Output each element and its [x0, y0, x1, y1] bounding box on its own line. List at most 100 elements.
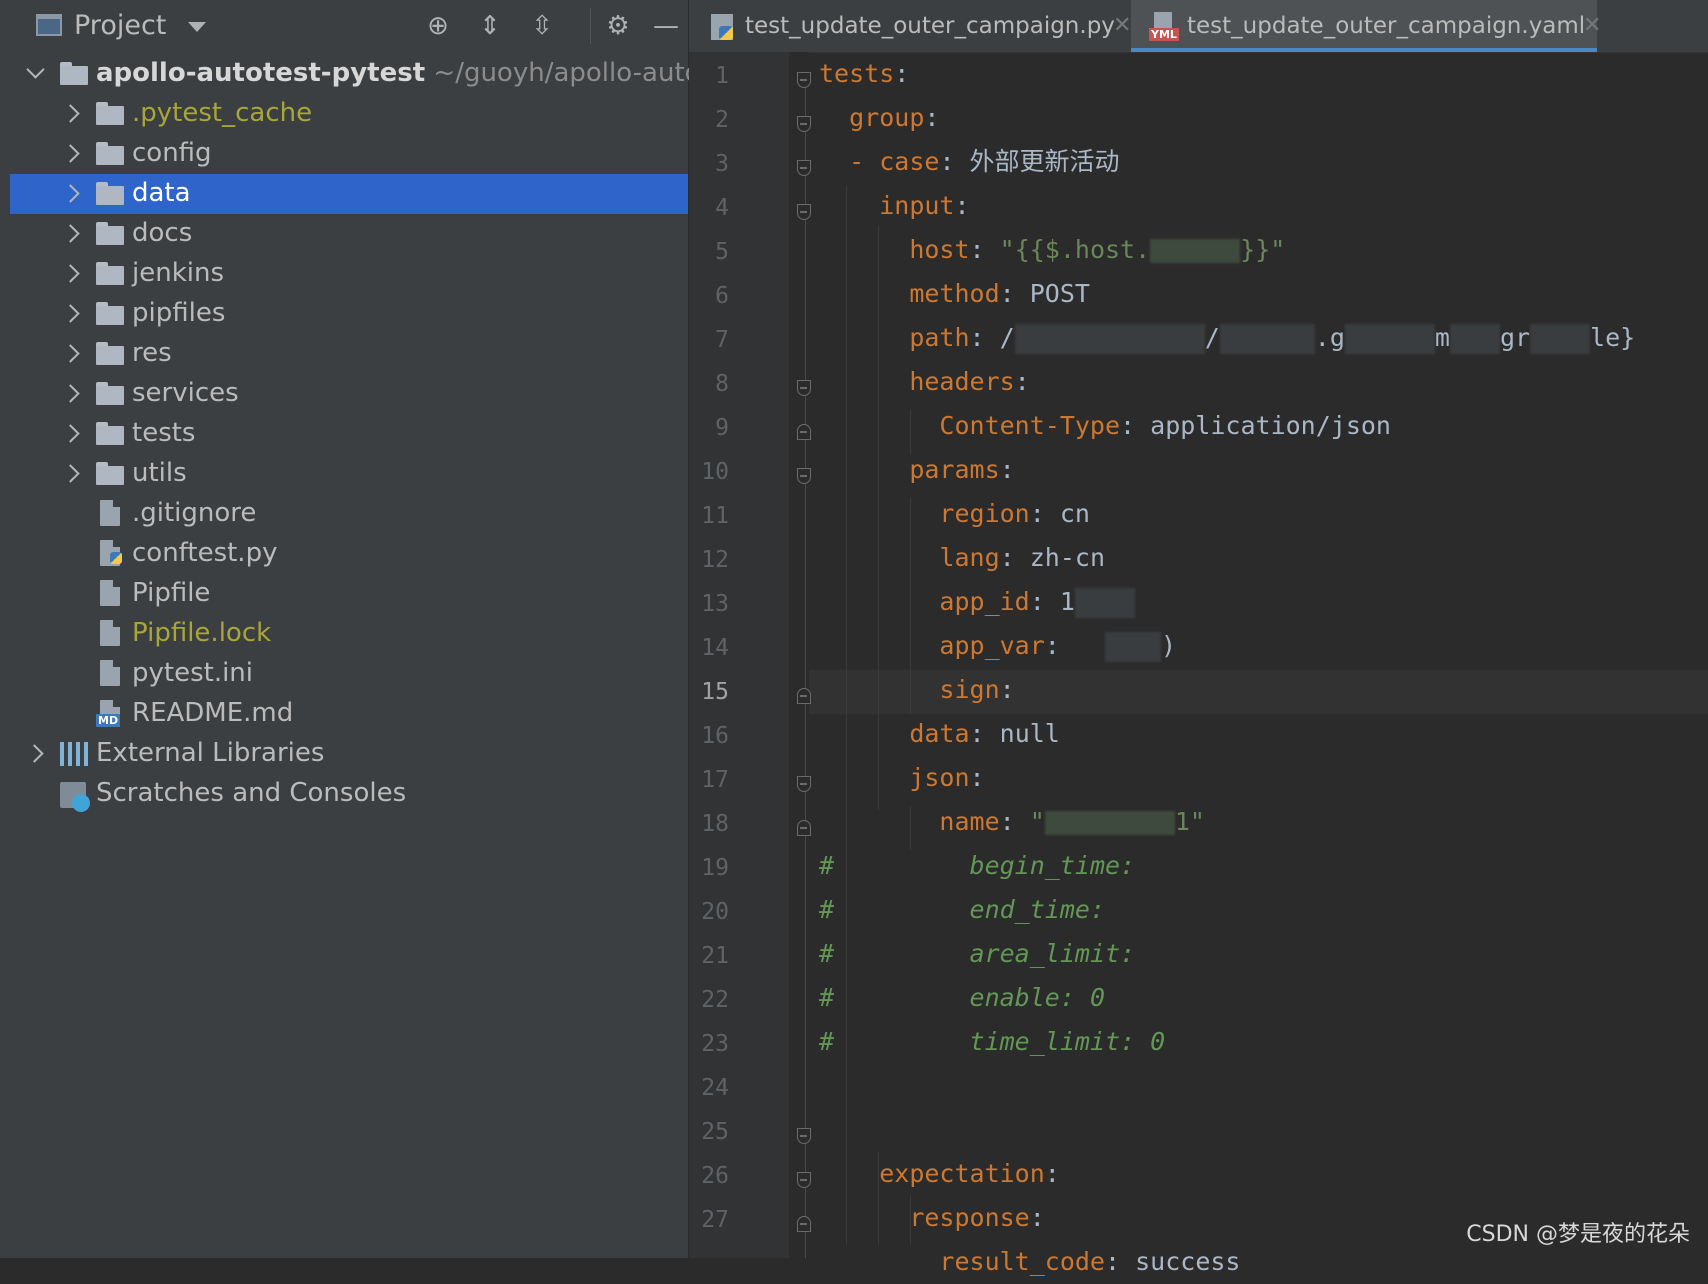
- folder-icon: [96, 262, 124, 286]
- chevron-right-icon[interactable]: [62, 423, 80, 445]
- fold-marker-icon[interactable]: [797, 1172, 811, 1188]
- expand-all-icon[interactable]: ⇕: [474, 10, 506, 42]
- fold-marker-icon[interactable]: [797, 820, 811, 836]
- close-icon[interactable]: ✕: [1583, 0, 1601, 52]
- chevron-down-icon[interactable]: [26, 63, 44, 85]
- folder-icon: [96, 182, 124, 206]
- code-line: params:: [909, 455, 1015, 484]
- line-number: 5: [715, 239, 729, 265]
- tree-item-config[interactable]: config: [10, 134, 688, 174]
- project-panel-header: Project ⊕ ⇕ ⇳ ⚙ —: [10, 0, 688, 52]
- tree-item-label: utils: [132, 458, 187, 488]
- hide-panel-icon[interactable]: —: [650, 10, 682, 42]
- chevron-down-icon[interactable]: [188, 22, 206, 32]
- fold-marker-icon[interactable]: [797, 468, 811, 484]
- redacted-text: [1074, 588, 1135, 618]
- fold-marker-icon[interactable]: [797, 116, 811, 132]
- close-icon[interactable]: ✕: [1113, 0, 1131, 52]
- chevron-right-icon[interactable]: [62, 463, 80, 485]
- yaml-value: m: [1434, 323, 1450, 352]
- chevron-right-icon[interactable]: [62, 303, 80, 325]
- tree-item-pytest-cache[interactable]: .pytest_cache: [10, 94, 688, 134]
- editor-tabs: test_update_outer_campaign.py ✕ test_upd…: [689, 0, 1708, 53]
- redacted-text: [1530, 324, 1591, 354]
- tree-item-label: services: [132, 378, 239, 408]
- chevron-right-icon[interactable]: [62, 383, 80, 405]
- tree-item-jenkins[interactable]: jenkins: [10, 254, 688, 294]
- chevron-right-icon[interactable]: [62, 183, 80, 205]
- yaml-key: group: [849, 103, 925, 132]
- tree-item-data[interactable]: data: [10, 174, 688, 214]
- yaml-key: expectation: [879, 1159, 1045, 1188]
- code-line: data: null: [909, 719, 1060, 748]
- fold-marker-icon[interactable]: [797, 204, 811, 220]
- tree-item-external-libraries[interactable]: External Libraries: [10, 734, 688, 774]
- code-line: headers:: [909, 367, 1030, 396]
- fold-marker-icon[interactable]: [797, 1216, 811, 1232]
- code-line: method: POST: [909, 279, 1090, 308]
- tree-item-res[interactable]: res: [10, 334, 688, 374]
- tree-item-pipfile[interactable]: Pipfile: [10, 574, 688, 614]
- line-number: 13: [701, 591, 729, 617]
- chevron-right-icon[interactable]: [26, 743, 44, 765]
- yaml-value: /: [1204, 323, 1220, 352]
- locate-file-icon[interactable]: ⊕: [422, 10, 454, 42]
- yaml-key: app_id: [939, 587, 1030, 616]
- tree-item-docs[interactable]: docs: [10, 214, 688, 254]
- tree-item-services[interactable]: services: [10, 374, 688, 414]
- chevron-right-icon[interactable]: [62, 103, 80, 125]
- tab-yaml-file[interactable]: test_update_outer_campaign.yaml ✕: [1131, 0, 1601, 52]
- tree-root[interactable]: apollo-autotest-pytest ~/guoyh/apollo-au…: [10, 54, 711, 94]
- fold-marker-icon[interactable]: [797, 776, 811, 792]
- tree-item-pipfiles[interactable]: pipfiles: [10, 294, 688, 334]
- line-number: 20: [701, 899, 729, 925]
- yaml-value: .g: [1314, 323, 1345, 352]
- redacted-text: [1044, 811, 1175, 835]
- redacted-text: [1105, 632, 1161, 662]
- tree-item-label: .pytest_cache: [132, 98, 313, 128]
- yaml-key: app_var: [939, 631, 1045, 660]
- yaml-comment: end_time:: [969, 895, 1105, 924]
- code-line: name: " 1": [939, 807, 1205, 836]
- line-number: 25: [701, 1119, 729, 1145]
- fold-marker-icon[interactable]: [797, 424, 811, 440]
- fold-marker-icon[interactable]: [797, 72, 811, 88]
- tree-item-pytest-ini[interactable]: pytest.ini: [10, 654, 688, 694]
- tree-item-label: jenkins: [132, 258, 225, 288]
- project-panel-title[interactable]: Project: [74, 10, 166, 41]
- chevron-right-icon[interactable]: [62, 223, 80, 245]
- fold-marker-icon[interactable]: [797, 688, 811, 704]
- redacted-text: [1449, 324, 1500, 354]
- tab-py-file[interactable]: test_update_outer_campaign.py ✕: [689, 0, 1131, 52]
- code-line: app_var: ): [939, 631, 1177, 662]
- yaml-value: ): [1161, 631, 1177, 660]
- collapse-all-icon[interactable]: ⇳: [526, 10, 558, 42]
- tree-item-pipfile-lock[interactable]: Pipfile.lock: [10, 614, 688, 654]
- gear-icon[interactable]: ⚙: [602, 10, 634, 42]
- yaml-comment: enable: 0: [969, 983, 1105, 1012]
- tree-item-conftest[interactable]: conftest.py: [10, 534, 688, 574]
- yaml-key: json: [909, 763, 970, 792]
- project-panel: Project ⊕ ⇕ ⇳ ⚙ — apollo-autotest-pytest…: [10, 0, 711, 1258]
- tree-item-label: docs: [132, 218, 193, 248]
- tree-item-readme[interactable]: MD README.md: [10, 694, 688, 734]
- yaml-key: tests: [819, 59, 895, 88]
- tree-item-tests[interactable]: tests: [10, 414, 688, 454]
- fold-marker-icon[interactable]: [797, 1128, 811, 1144]
- code-content[interactable]: tests: group: - case: 外部更新活动 input: host…: [819, 52, 1635, 1276]
- fold-marker-icon[interactable]: [797, 380, 811, 396]
- fold-marker-icon[interactable]: [797, 160, 811, 176]
- chevron-right-icon[interactable]: [62, 343, 80, 365]
- tree-item-gitignore[interactable]: .gitignore: [10, 494, 688, 534]
- tree-item-scratches[interactable]: Scratches and Consoles: [10, 774, 688, 814]
- folder-icon: [96, 142, 124, 166]
- tree-item-utils[interactable]: utils: [10, 454, 688, 494]
- code-line: # time_limit: 0: [819, 1027, 1166, 1056]
- python-file-icon: [100, 540, 122, 566]
- root-folder-name: apollo-autotest-pytest: [96, 58, 426, 88]
- chevron-right-icon[interactable]: [62, 143, 80, 165]
- line-number: 18: [701, 811, 729, 837]
- folder-icon: [96, 382, 124, 406]
- yaml-value: null: [999, 719, 1060, 748]
- chevron-right-icon[interactable]: [62, 263, 80, 285]
